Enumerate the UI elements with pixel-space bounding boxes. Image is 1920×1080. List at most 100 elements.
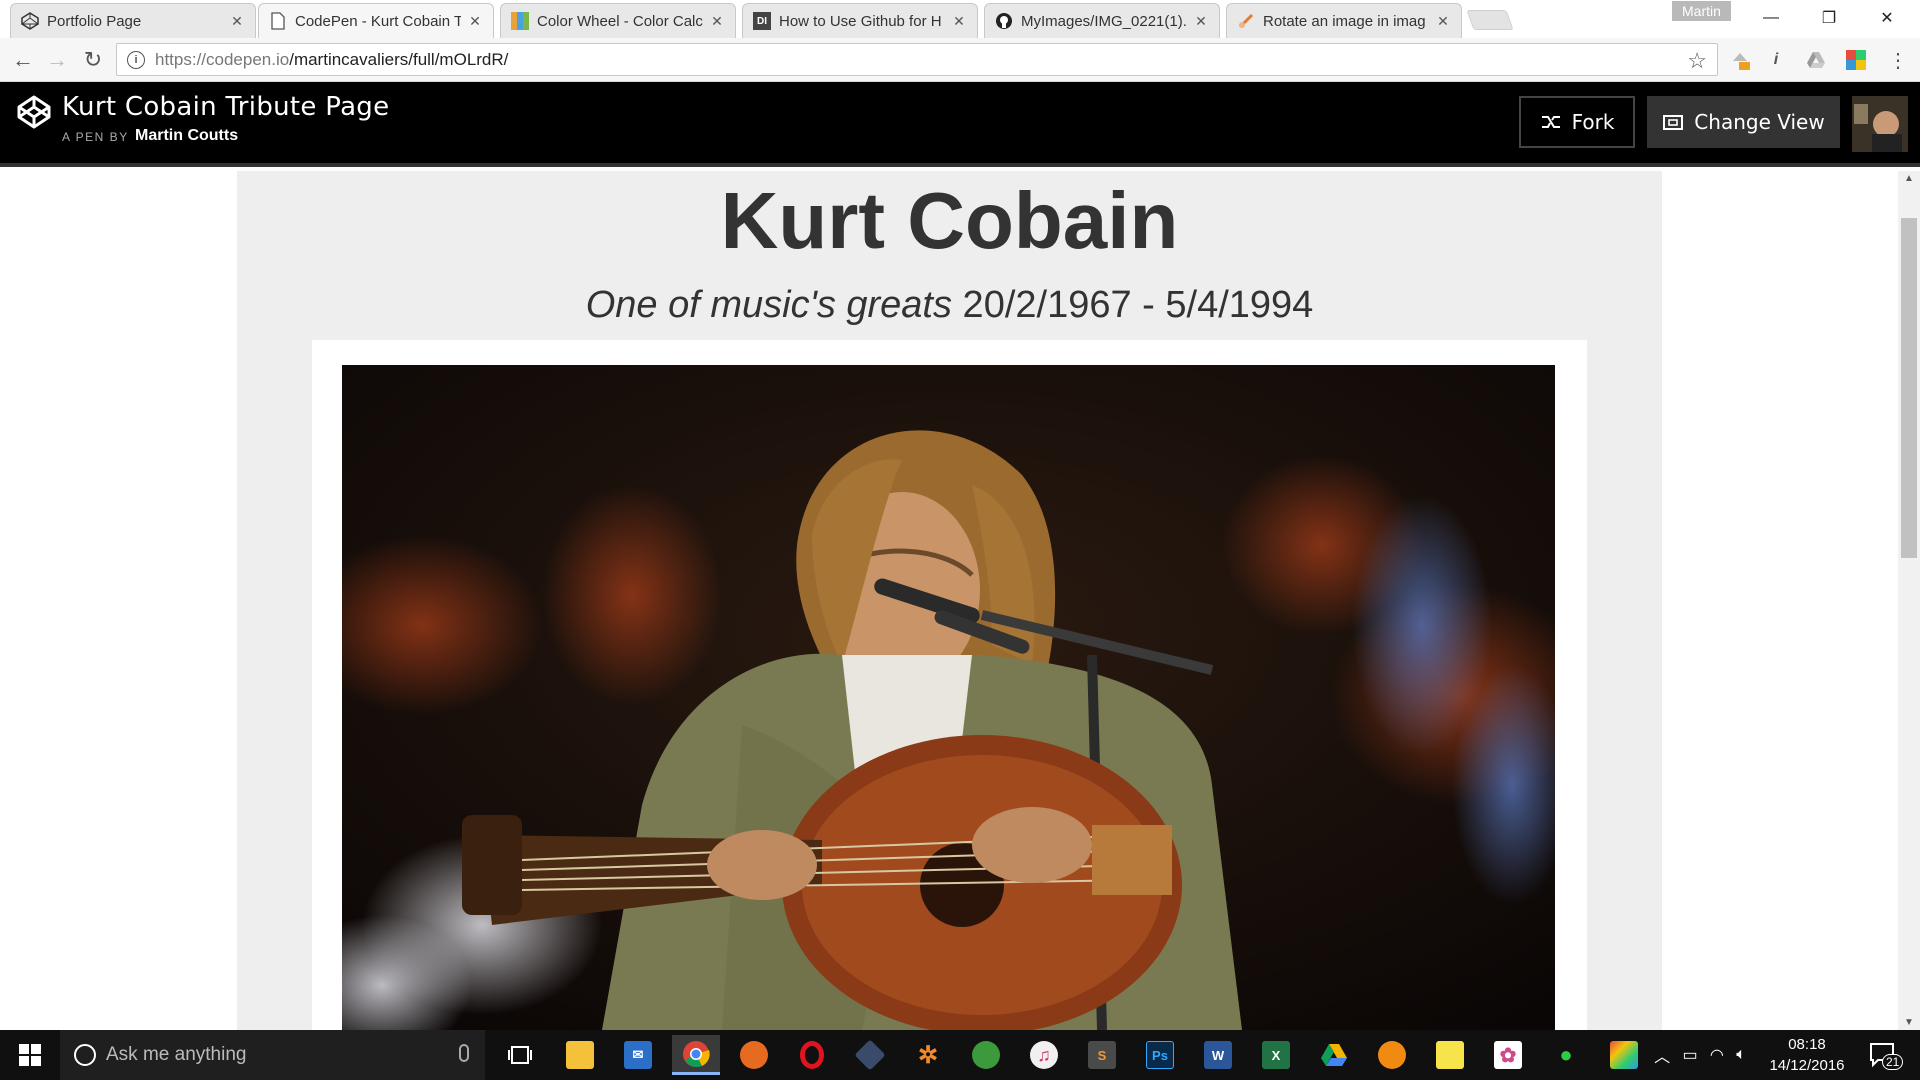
- cortana-icon: [74, 1044, 96, 1066]
- chevron-up-icon[interactable]: ︿: [1654, 1043, 1670, 1067]
- cortana-search-box[interactable]: Ask me anything: [60, 1030, 485, 1080]
- page-scrollbar[interactable]: ▲ ▼: [1898, 171, 1920, 1030]
- browser-toolbar: ← → ↻ i https://codepen.io/martincavalie…: [0, 38, 1920, 82]
- tribute-main: Kurt Cobain One of music's greats 20/2/1…: [237, 171, 1662, 1030]
- codepen-logo-icon[interactable]: [16, 94, 52, 130]
- battery-icon[interactable]: ▭: [1682, 1045, 1697, 1065]
- page-title: Kurt Cobain: [720, 176, 1179, 265]
- colorful-app-icon[interactable]: [1600, 1035, 1648, 1075]
- close-icon[interactable]: ✕: [951, 13, 967, 30]
- scrollbar-thumb[interactable]: [1901, 218, 1917, 558]
- notification-count-badge: 21: [1882, 1054, 1904, 1070]
- tab-codepen-kurt-cobain[interactable]: CodePen - Kurt Cobain T ✕: [258, 3, 494, 38]
- close-window-icon[interactable]: ✕: [1858, 4, 1916, 32]
- pen-author-link[interactable]: Martin Coutts: [135, 127, 238, 145]
- close-icon[interactable]: ✕: [709, 13, 725, 30]
- extension-off-icon[interactable]: [1728, 48, 1752, 72]
- change-view-button[interactable]: Change View: [1647, 96, 1840, 148]
- browser-tab-strip: Portfolio Page ✕ CodePen - Kurt Cobain T…: [0, 0, 1920, 38]
- sublime-text-icon[interactable]: S: [1078, 1035, 1126, 1075]
- page-subtitle: One of music's greats 20/2/1967 - 5/4/19…: [237, 284, 1662, 327]
- search-placeholder: Ask me anything: [106, 1044, 247, 1065]
- media-player-icon[interactable]: [1368, 1035, 1416, 1075]
- blender-icon[interactable]: ✲: [904, 1035, 952, 1075]
- chrome-icon[interactable]: [672, 1035, 720, 1075]
- scroll-up-arrow-icon[interactable]: ▲: [1898, 173, 1920, 184]
- kurt-cobain-photo: [342, 365, 1555, 1030]
- google-drive-icon[interactable]: [1310, 1035, 1358, 1075]
- reload-icon[interactable]: ↻: [78, 46, 108, 74]
- wifi-icon[interactable]: ◠: [1710, 1045, 1724, 1065]
- tab-title: MyImages/IMG_0221(1).: [1021, 12, 1187, 30]
- info-extension-icon[interactable]: i: [1764, 48, 1788, 72]
- url-text: https://codepen.io/martincavaliers/full/…: [155, 49, 509, 69]
- windows-start-icon[interactable]: [0, 1030, 60, 1080]
- tab-color-wheel[interactable]: Color Wheel - Color Calc ✕: [500, 3, 736, 38]
- change-view-icon: [1663, 115, 1684, 130]
- tab-title: Rotate an image in imag: [1263, 12, 1426, 30]
- sticky-notes-icon[interactable]: [1426, 1035, 1474, 1075]
- task-view-icon[interactable]: [496, 1035, 544, 1075]
- tab-title: Portfolio Page: [47, 12, 142, 30]
- tab-myimages[interactable]: MyImages/IMG_0221(1). ✕: [984, 3, 1220, 38]
- restore-icon[interactable]: ❐: [1800, 4, 1858, 32]
- codepen-icon: [21, 12, 39, 30]
- opera-icon[interactable]: [788, 1035, 836, 1075]
- page-viewport: Kurt Cobain One of music's greats 20/2/1…: [0, 171, 1898, 1030]
- minimize-icon[interactable]: —: [1742, 4, 1800, 32]
- microphone-icon[interactable]: [459, 1044, 469, 1062]
- di-icon: DI: [753, 12, 771, 30]
- photoshop-icon[interactable]: Ps: [1136, 1035, 1184, 1075]
- tab-title: Color Wheel - Color Calc: [537, 12, 703, 30]
- close-icon[interactable]: ✕: [1435, 13, 1451, 30]
- itunes-icon[interactable]: ♫: [1020, 1035, 1068, 1075]
- profile-button[interactable]: Martin: [1672, 1, 1731, 21]
- github-icon: [995, 12, 1013, 30]
- vpn-shield-icon[interactable]: [962, 1035, 1010, 1075]
- file-explorer-icon[interactable]: [556, 1035, 604, 1075]
- close-icon[interactable]: ✕: [229, 13, 245, 30]
- address-bar[interactable]: i https://codepen.io/martincavaliers/ful…: [116, 43, 1718, 76]
- close-icon[interactable]: ✕: [1193, 13, 1209, 30]
- pen-title: Kurt Cobain Tribute Page: [62, 92, 390, 122]
- pen-by-label: A PEN BY: [62, 130, 129, 144]
- color-wheel-icon: [511, 12, 529, 30]
- action-center-icon[interactable]: 21: [1862, 1038, 1904, 1072]
- close-icon[interactable]: ✕: [467, 13, 483, 30]
- new-tab-button[interactable]: [1466, 10, 1514, 30]
- system-tray: ︿ ▭ ◠ 🔈︎: [1648, 1030, 1752, 1080]
- clock-date: 14/12/2016: [1769, 1057, 1845, 1074]
- back-arrow-icon[interactable]: ←: [8, 46, 38, 74]
- excel-icon[interactable]: X: [1252, 1035, 1300, 1075]
- scroll-down-arrow-icon[interactable]: ▼: [1898, 1017, 1920, 1028]
- info-icon[interactable]: i: [127, 50, 145, 69]
- app-cube-icon[interactable]: [846, 1035, 894, 1075]
- codepen-header: Kurt Cobain Tribute Page A PEN BY Martin…: [0, 82, 1920, 167]
- tab-github-howto[interactable]: DI How to Use Github for H ✕: [742, 3, 978, 38]
- menu-dots-icon[interactable]: ⋮: [1886, 48, 1910, 72]
- drive-extension-icon[interactable]: [1804, 48, 1828, 72]
- taskbar-clock[interactable]: 08:18 14/12/2016: [1755, 1034, 1859, 1076]
- firefox-icon[interactable]: [730, 1035, 778, 1075]
- image-frame: [312, 340, 1587, 1030]
- android-icon[interactable]: ●: [1542, 1035, 1590, 1075]
- forward-arrow-icon[interactable]: →: [42, 46, 72, 74]
- clock-time: 08:18: [1788, 1036, 1826, 1053]
- office-extension-icon[interactable]: [1844, 48, 1868, 72]
- tab-rotate-image[interactable]: Rotate an image in imag ✕: [1226, 3, 1462, 38]
- change-view-label: Change View: [1694, 110, 1825, 134]
- mail-icon[interactable]: ✉: [614, 1035, 662, 1075]
- bookmark-star-icon[interactable]: ☆: [1687, 48, 1707, 74]
- fork-label: Fork: [1571, 110, 1615, 134]
- rotate-icon: [1237, 12, 1255, 30]
- word-icon[interactable]: W: [1194, 1035, 1242, 1075]
- subtitle-dates: 20/2/1967 - 5/4/1994: [952, 284, 1314, 326]
- page-icon: [269, 12, 287, 30]
- fork-icon: [1541, 116, 1560, 128]
- volume-icon[interactable]: 🔈︎: [1736, 1046, 1746, 1064]
- user-avatar[interactable]: [1852, 96, 1908, 152]
- fork-button[interactable]: Fork: [1519, 96, 1635, 148]
- tab-portfolio-page[interactable]: Portfolio Page ✕: [10, 3, 256, 38]
- tab-title: How to Use Github for H: [779, 12, 942, 30]
- photos-icon[interactable]: ✿: [1484, 1035, 1532, 1075]
